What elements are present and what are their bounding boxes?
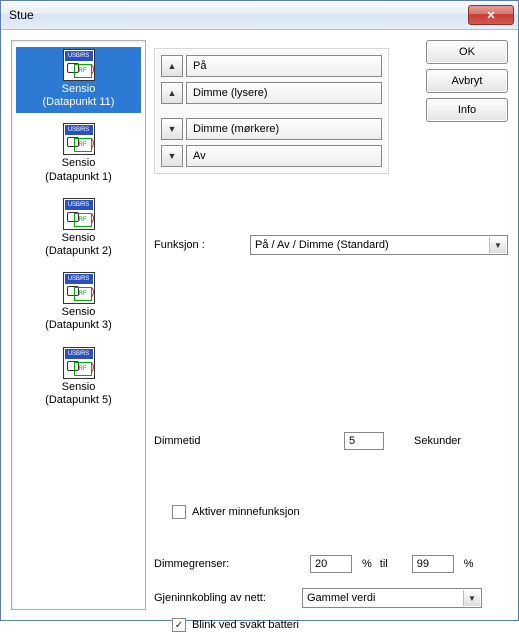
direction-button[interactable]: ▼ xyxy=(161,145,183,167)
limits-high-input[interactable]: 99 xyxy=(412,555,454,573)
ok-button[interactable]: OK xyxy=(426,40,508,64)
percent-label-2: % xyxy=(464,558,474,570)
action-label: Av xyxy=(193,150,206,162)
direction-button[interactable]: ▲ xyxy=(161,55,183,77)
action-label-bar[interactable]: Av xyxy=(186,145,382,167)
dimmetid-row: Dimmetid 5 Sekunder xyxy=(154,432,461,450)
reconnect-value: Gammel verdi xyxy=(307,592,375,604)
device-icon: USB/RSRF xyxy=(63,49,95,81)
dimmetid-label: Dimmetid xyxy=(154,435,344,447)
cancel-button[interactable]: Avbryt xyxy=(426,69,508,93)
dialog-body: USB/RSRFSensio(Datapunkt 11)USB/RSRFSens… xyxy=(1,30,518,620)
dialog-window: Stue ✕ USB/RSRFSensio(Datapunkt 11)USB/R… xyxy=(0,0,519,621)
device-item[interactable]: USB/RSRF Sensio(Datapunkt 3) xyxy=(16,270,141,336)
limits-label: Dimmegrenser: xyxy=(154,558,304,570)
memory-checkbox[interactable] xyxy=(172,505,186,519)
blink-checkbox[interactable] xyxy=(172,618,186,632)
limits-row: Dimmegrenser: 20 % til 99 % xyxy=(154,555,478,573)
percent-label-1: % xyxy=(362,558,372,570)
til-label: til xyxy=(380,558,388,570)
titlebar: Stue ✕ xyxy=(1,1,518,30)
funksjon-value: På / Av / Dimme (Standard) xyxy=(255,239,389,251)
device-icon: USB/RSRF xyxy=(63,347,95,379)
action-label-bar[interactable]: På xyxy=(186,55,382,77)
action-row: ▲ Dimme (lysere) xyxy=(161,82,382,104)
action-row: ▼ Dimme (mørkere) xyxy=(161,118,382,140)
action-label: På xyxy=(193,60,206,72)
device-sub: (Datapunkt 5) xyxy=(45,394,112,407)
dimmetid-unit: Sekunder xyxy=(414,435,461,447)
device-sub: (Datapunkt 1) xyxy=(45,171,112,184)
device-icon: USB/RSRF xyxy=(63,123,95,155)
device-sub: (Datapunkt 11) xyxy=(43,96,115,109)
funksjon-label: Funksjon : xyxy=(154,239,250,251)
memory-label: Aktiver minnefunksjon xyxy=(192,506,300,518)
blink-row: Blink ved svakt batteri xyxy=(172,618,299,632)
dimmetid-input[interactable]: 5 xyxy=(344,432,384,450)
chevron-down-icon: ▼ xyxy=(489,237,506,253)
reconnect-label: Gjeninnkobling av nett: xyxy=(154,592,302,604)
close-icon: ✕ xyxy=(486,9,495,22)
chevron-down-icon: ▼ xyxy=(463,590,480,606)
device-icon: USB/RSRF xyxy=(63,272,95,304)
action-label: Dimme (mørkere) xyxy=(193,123,279,135)
device-name: Sensio xyxy=(62,232,96,245)
action-label-bar[interactable]: Dimme (lysere) xyxy=(186,82,382,104)
device-list[interactable]: USB/RSRFSensio(Datapunkt 11)USB/RSRFSens… xyxy=(11,40,146,610)
device-item[interactable]: USB/RSRF Sensio(Datapunkt 2) xyxy=(16,196,141,262)
device-item[interactable]: USB/RSRF Sensio(Datapunkt 11) xyxy=(16,47,141,113)
device-name: Sensio xyxy=(62,157,96,170)
device-sub: (Datapunkt 2) xyxy=(45,245,112,258)
device-sub: (Datapunkt 3) xyxy=(45,319,112,332)
device-icon: USB/RSRF xyxy=(63,198,95,230)
device-name: Sensio xyxy=(62,381,96,394)
action-label-bar[interactable]: Dimme (mørkere) xyxy=(186,118,382,140)
reconnect-row: Gjeninnkobling av nett: Gammel verdi ▼ xyxy=(154,588,508,608)
close-button[interactable]: ✕ xyxy=(468,5,514,25)
funksjon-select[interactable]: På / Av / Dimme (Standard) ▼ xyxy=(250,235,508,255)
device-item[interactable]: USB/RSRF Sensio(Datapunkt 5) xyxy=(16,345,141,411)
action-row: ▲ På xyxy=(161,55,382,77)
device-name: Sensio xyxy=(62,306,96,319)
settings-panel: OK Avbryt Info ▲ På ▲ Dimme (lysere) ▼ Dimme … xyxy=(154,40,508,610)
device-item[interactable]: USB/RSRF Sensio(Datapunkt 1) xyxy=(16,121,141,187)
reconnect-select[interactable]: Gammel verdi ▼ xyxy=(302,588,482,608)
direction-button[interactable]: ▲ xyxy=(161,82,183,104)
device-name: Sensio xyxy=(62,83,96,96)
window-title: Stue xyxy=(9,8,468,22)
funksjon-row: Funksjon : På / Av / Dimme (Standard) ▼ xyxy=(154,235,508,255)
direction-button[interactable]: ▼ xyxy=(161,118,183,140)
memory-row: Aktiver minnefunksjon xyxy=(154,505,300,519)
action-row: ▼ Av xyxy=(161,145,382,167)
info-button[interactable]: Info xyxy=(426,98,508,122)
limits-low-input[interactable]: 20 xyxy=(310,555,352,573)
action-rows-group: ▲ På ▲ Dimme (lysere) ▼ Dimme (mørkere) ▼ Av xyxy=(154,48,389,174)
action-label: Dimme (lysere) xyxy=(193,87,268,99)
dialog-buttons: OK Avbryt Info xyxy=(426,40,508,122)
